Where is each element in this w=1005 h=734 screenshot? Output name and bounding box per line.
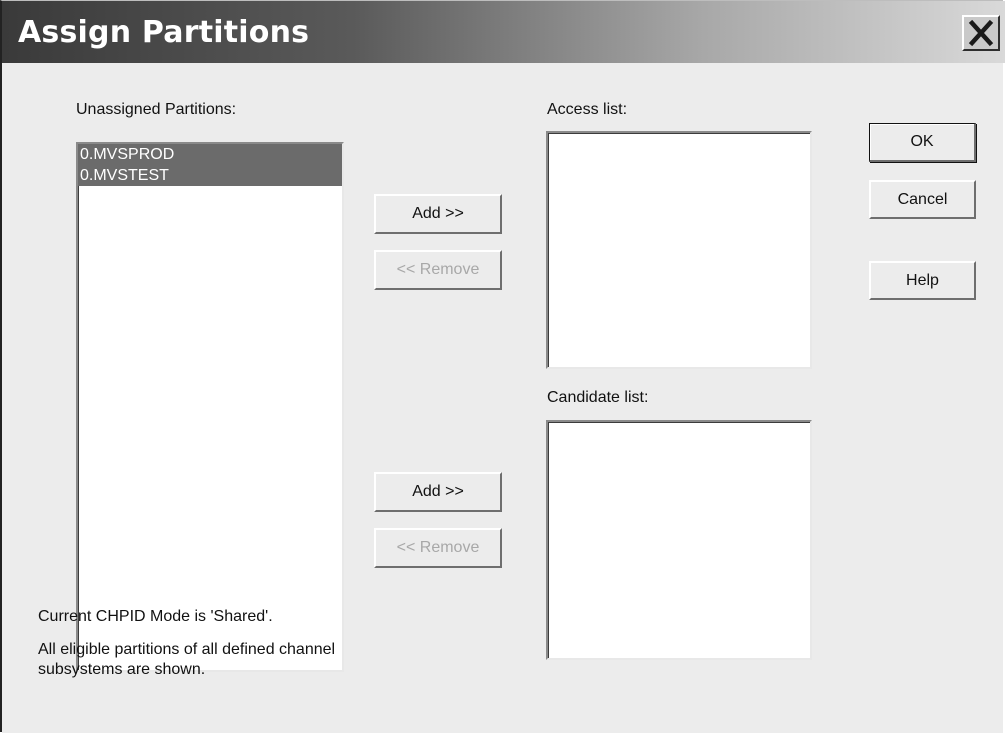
eligible-partitions-text-line2: subsystems are shown. — [38, 661, 206, 678]
remove-from-candidate-button[interactable]: << Remove — [374, 528, 502, 568]
chpid-mode-text: Current CHPID Mode is 'Shared'. — [38, 608, 273, 625]
remove-from-access-button[interactable]: << Remove — [374, 250, 502, 290]
list-item-mvstest[interactable]: 0.MVSTEST — [78, 165, 342, 186]
add-to-candidate-button[interactable]: Add >> — [374, 472, 502, 512]
candidate-list-label: Candidate list: — [547, 389, 649, 406]
window-title: Assign Partitions — [18, 15, 310, 50]
access-list-label: Access list: — [547, 101, 628, 118]
candidate-list[interactable] — [546, 420, 812, 660]
dialog-body: Unassigned Partitions: 0.MVSPROD 0.MVSTE… — [2, 63, 1003, 733]
access-list[interactable] — [546, 131, 812, 369]
ok-button[interactable]: OK — [869, 123, 976, 162]
help-button[interactable]: Help — [869, 261, 976, 300]
eligible-partitions-text-line1: All eligible partitions of all defined c… — [38, 641, 336, 658]
unassigned-partitions-list[interactable]: 0.MVSPROD 0.MVSTEST — [76, 142, 344, 672]
close-icon — [968, 19, 994, 47]
assign-partitions-dialog: Assign Partitions Unassigned Partitions:… — [0, 0, 1005, 733]
list-item-mvsprod[interactable]: 0.MVSPROD — [78, 144, 342, 165]
title-bar[interactable]: Assign Partitions — [2, 1, 1005, 63]
unassigned-partitions-label: Unassigned Partitions: — [76, 101, 237, 118]
add-to-access-button[interactable]: Add >> — [374, 194, 502, 234]
close-button[interactable] — [962, 15, 1000, 51]
cancel-button[interactable]: Cancel — [869, 180, 976, 219]
